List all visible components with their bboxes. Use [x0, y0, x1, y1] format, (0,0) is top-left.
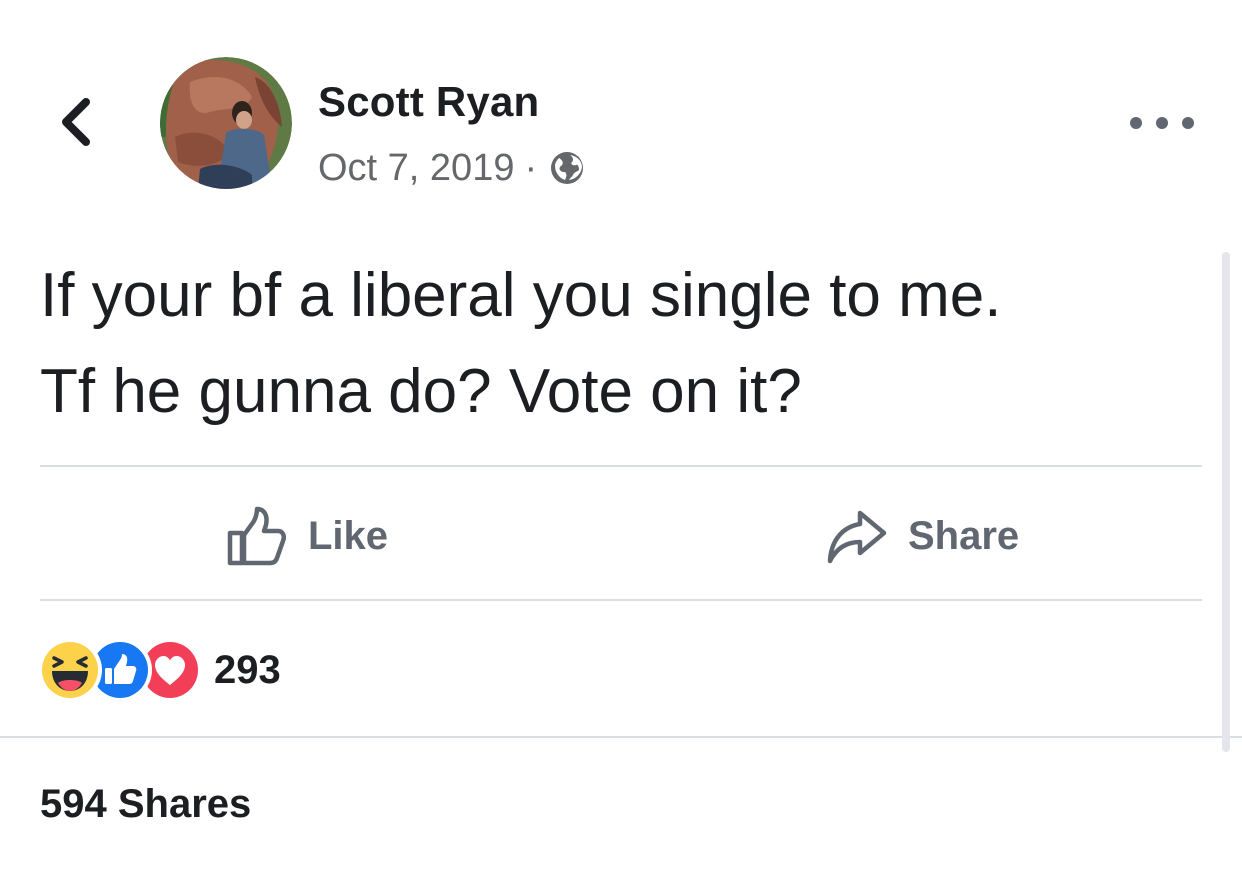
post-text-line: Tf he gunna do? Vote on it?	[40, 357, 802, 426]
like-button[interactable]: Like	[222, 500, 388, 572]
divider	[0, 736, 1242, 738]
shares-count[interactable]: 594 Shares	[40, 782, 251, 827]
post-text: If your bf a liberal you single to me. T…	[40, 248, 1200, 440]
share-arrow-icon	[827, 510, 887, 564]
like-label: Like	[308, 513, 389, 558]
haha-icon	[38, 638, 102, 702]
divider	[40, 465, 1202, 467]
avatar[interactable]	[160, 57, 292, 189]
more-horizontal-icon	[1130, 117, 1142, 129]
more-horizontal-icon	[1182, 117, 1194, 129]
chevron-left-icon	[62, 98, 90, 146]
globe-icon	[549, 150, 585, 186]
post-date[interactable]: Oct 7, 2019	[318, 147, 514, 190]
thumbs-up-icon	[227, 506, 287, 566]
scrollbar[interactable]	[1222, 252, 1230, 752]
divider	[40, 599, 1202, 601]
share-label: Share	[908, 513, 1020, 558]
reaction-count: 293	[214, 647, 281, 692]
profile-photo	[160, 57, 292, 189]
post-meta: Oct 7, 2019 ·	[318, 145, 585, 191]
share-button[interactable]: Share	[826, 500, 1019, 572]
post-text-line: If your bf a liberal you single to me.	[40, 261, 1002, 330]
more-horizontal-icon	[1156, 117, 1168, 129]
meta-separator: ·	[524, 146, 538, 189]
reaction-icons	[38, 638, 206, 702]
more-options-button[interactable]	[1130, 108, 1194, 138]
reactions-summary[interactable]: 293	[38, 638, 281, 702]
author-name[interactable]: Scott Ryan	[318, 78, 539, 126]
back-button[interactable]	[52, 92, 100, 152]
